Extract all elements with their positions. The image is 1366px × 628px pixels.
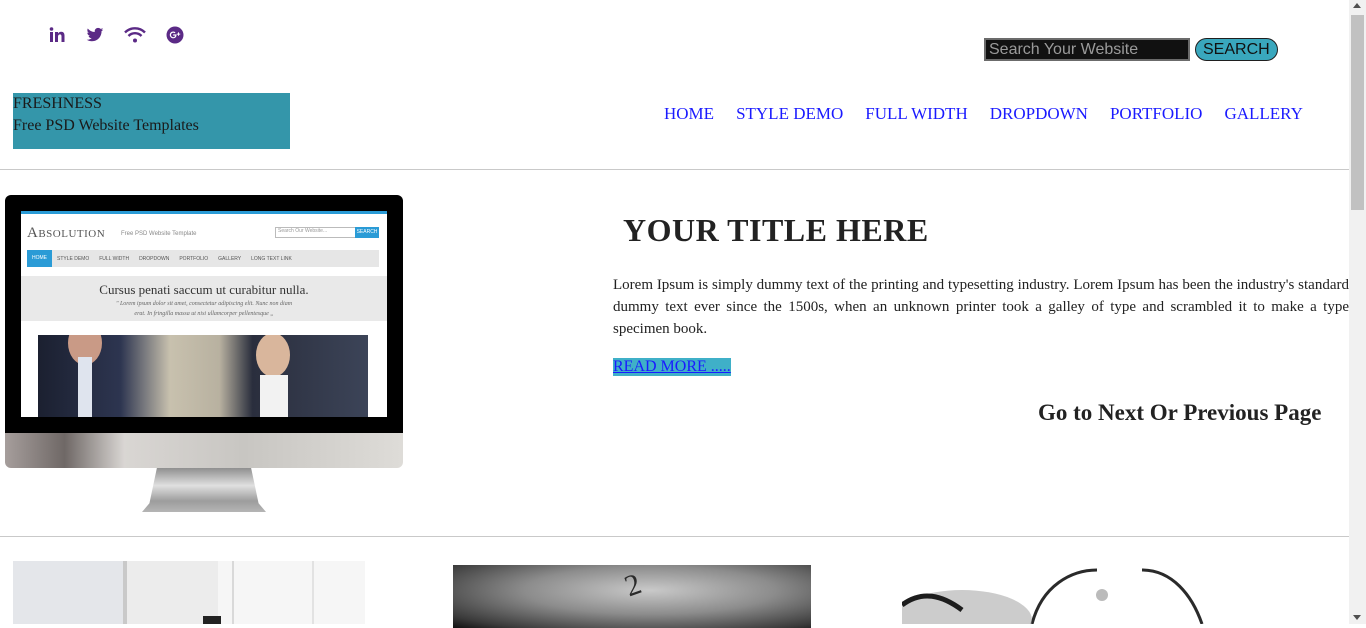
screen-banner: Cursus penati saccum ut curabitur nulla.…	[21, 276, 387, 321]
site-title: FRESHNESS	[13, 95, 102, 112]
screen-nav-item: FULL WIDTH	[99, 255, 130, 262]
site-subtitle: Free PSD Website Templates	[13, 117, 199, 134]
screen-nav-item: STYLE DEMO	[57, 255, 90, 262]
nav-item-portfolio[interactable]: PORTFOLIO	[1110, 104, 1203, 124]
screen-banner-quote-1: " Lorem ipsum dolor sit amet, consectetu…	[115, 301, 293, 307]
page-title: YOUR TITLE HERE	[623, 212, 929, 248]
twitter-icon[interactable]	[86, 26, 106, 46]
monitor-chin	[5, 433, 403, 468]
monitor-image: Absolution Free PSD Website Template Sea…	[5, 195, 403, 512]
site-logo[interactable]: FRESHNESS Free PSD Website Templates	[13, 93, 290, 149]
screen-nav: HOME STYLE DEMO FULL WIDTH DROPDOWN PORT…	[27, 250, 379, 267]
screen-banner-heading: Cursus penati saccum ut curabitur nulla.	[99, 282, 309, 297]
gallery-image-office[interactable]	[13, 561, 365, 624]
section-divider	[0, 536, 1349, 537]
screen-nav-item: LONG TEXT LINK	[251, 255, 292, 262]
search-bar: SEARCH	[984, 38, 1278, 61]
screen-photo	[38, 335, 368, 417]
pager-heading: Go to Next Or Previous Page	[1038, 400, 1322, 425]
page-scrollbar[interactable]	[1349, 0, 1366, 624]
google-plus-icon[interactable]	[166, 26, 186, 46]
screen-nav-item: DROPDOWN	[139, 255, 170, 262]
gallery-image-clock[interactable]: 2	[453, 565, 811, 628]
screen-logo: Absolution	[27, 225, 106, 241]
header-divider	[0, 169, 1349, 170]
gallery-image-glasses[interactable]	[902, 565, 1240, 628]
search-button[interactable]: SEARCH	[1195, 38, 1278, 61]
main-nav: HOME STYLE DEMO FULL WIDTH DROPDOWN PORT…	[664, 104, 1303, 124]
screen-nav-item: PORTFOLIO	[179, 255, 209, 262]
nav-item-full-width[interactable]: FULL WIDTH	[865, 104, 967, 124]
nav-item-dropdown[interactable]: DROPDOWN	[990, 104, 1088, 124]
screen-nav-item: HOME	[27, 250, 52, 267]
read-more-link[interactable]: READ MORE .....	[613, 358, 731, 376]
nav-item-home[interactable]: HOME	[664, 104, 714, 124]
monitor-screen: Absolution Free PSD Website Template Sea…	[21, 211, 387, 417]
screen-search: Search Our Website...	[275, 227, 359, 238]
intro-paragraph: Lorem Ipsum is simply dummy text of the …	[613, 277, 1349, 337]
screen-logo-sub: Free PSD Website Template	[121, 231, 197, 237]
scroll-up-icon[interactable]	[1353, 3, 1361, 8]
nav-item-style-demo[interactable]: STYLE DEMO	[736, 104, 843, 124]
rss-wifi-icon[interactable]	[124, 26, 146, 46]
monitor-stand	[142, 468, 266, 512]
nav-item-gallery[interactable]: GALLERY	[1224, 104, 1302, 124]
search-input[interactable]	[984, 38, 1190, 61]
screen-nav-item: GALLERY	[218, 255, 242, 262]
screen-search-button: SEARCH	[355, 227, 379, 238]
svg-text:2: 2	[620, 567, 645, 603]
scroll-down-icon[interactable]	[1353, 615, 1361, 620]
linkedin-icon[interactable]	[48, 26, 68, 46]
scrollbar-thumb[interactable]	[1351, 15, 1364, 210]
screen-banner-quote-2: erat. In fringilla massa ut nisi ullamco…	[134, 311, 274, 317]
